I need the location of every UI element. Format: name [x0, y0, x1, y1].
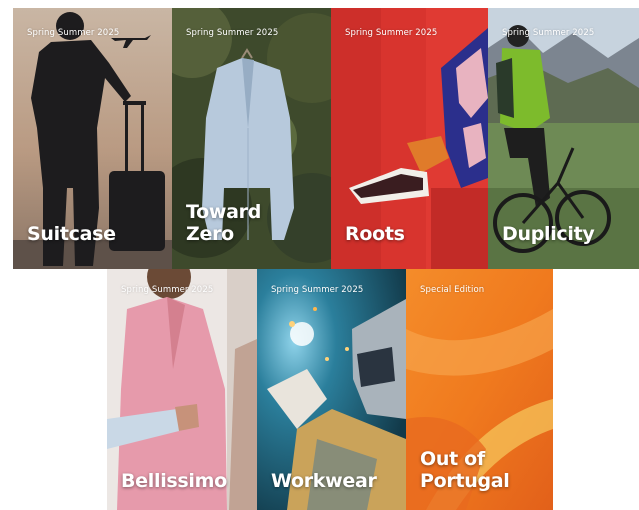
- cover-season-label: Spring Summer 2025: [271, 285, 364, 295]
- magazine-cover-duplicity[interactable]: Spring Summer 2025 Duplicity: [488, 8, 639, 269]
- magazine-cover-workwear[interactable]: Spring Summer 2025 Workwear: [257, 269, 406, 510]
- cover-title: Duplicity: [502, 223, 595, 245]
- cover-title: Workwear: [271, 470, 377, 492]
- cover-season-label: Spring Summer 2025: [345, 28, 438, 38]
- magazine-cover-toward-zero[interactable]: Spring Summer 2025 Toward Zero: [172, 8, 331, 269]
- cover-season-label: Spring Summer 2025: [121, 285, 214, 295]
- cover-title: Suitcase: [27, 223, 116, 245]
- cover-season-label: Spring Summer 2025: [186, 28, 279, 38]
- cover-season-label: Special Edition: [420, 285, 485, 295]
- cover-season-label: Spring Summer 2025: [27, 28, 120, 38]
- cover-title: Bellissimo: [121, 470, 227, 492]
- magazine-cover-suitcase[interactable]: Spring Summer 2025 Suitcase: [13, 8, 172, 269]
- magazine-cover-bellissimo[interactable]: Spring Summer 2025 Bellissimo: [107, 269, 257, 510]
- magazine-cover-roots[interactable]: Spring Summer 2025 Roots: [331, 8, 488, 269]
- cover-title: Toward Zero: [186, 201, 262, 245]
- cover-season-label: Spring Summer 2025: [502, 28, 595, 38]
- cover-title: Roots: [345, 223, 405, 245]
- cover-title: Out of Portugal: [420, 448, 510, 492]
- magazine-cover-out-of-portugal[interactable]: Special Edition Out of Portugal: [406, 269, 553, 510]
